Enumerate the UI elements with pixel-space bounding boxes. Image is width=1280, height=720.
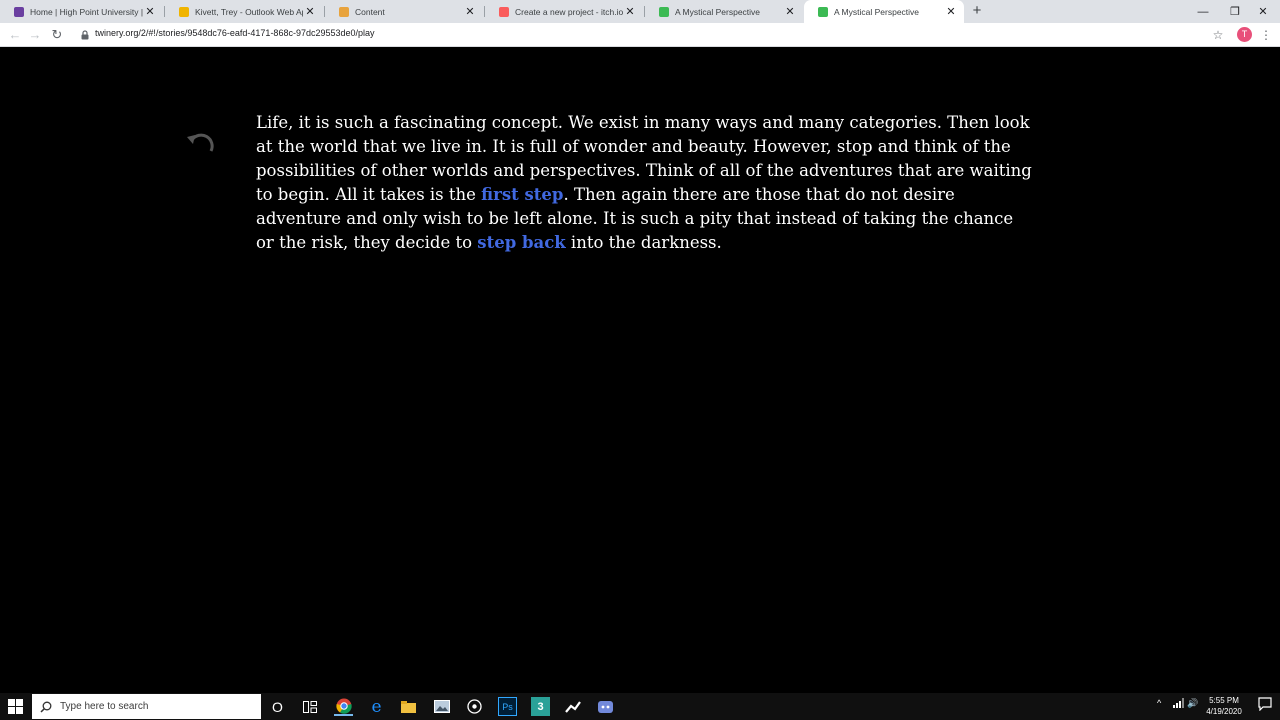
close-tab-icon[interactable]: ✕ xyxy=(623,5,637,18)
file-explorer-icon[interactable] xyxy=(399,697,418,716)
bookmark-star-icon[interactable]: ☆ xyxy=(1210,26,1226,44)
hpu-icon xyxy=(14,6,24,17)
windows-start-icon[interactable] xyxy=(8,699,23,714)
reload-button[interactable]: ↻ xyxy=(48,26,66,44)
back-button[interactable]: ← xyxy=(6,26,24,44)
new-tab-button[interactable]: + xyxy=(968,2,986,20)
minimize-button[interactable]: — xyxy=(1186,0,1220,23)
network-icon[interactable] xyxy=(1173,698,1184,710)
photoshop-icon[interactable]: Ps xyxy=(498,697,517,716)
game-icon[interactable] xyxy=(465,697,484,716)
tab-title: A Mystical Perspective xyxy=(675,6,761,17)
close-tab-icon[interactable]: ✕ xyxy=(143,5,157,18)
close-tab-icon[interactable]: ✕ xyxy=(944,5,958,18)
task-view-icon[interactable] xyxy=(300,697,319,716)
browser-toolbar: ← → ↻ twinery.org/2/#!/stories/9548dc76-… xyxy=(0,23,1280,47)
close-tab-icon[interactable]: ✕ xyxy=(783,5,797,18)
browser-menu-icon[interactable]: ⋮ xyxy=(1260,26,1272,44)
tab-hpu[interactable]: Home | High Point University | Hi ✕ xyxy=(0,0,163,23)
twine-icon xyxy=(659,6,669,17)
tab-mystical-1[interactable]: A Mystical Perspective ✕ xyxy=(645,0,803,23)
tab-title: Kivett, Trey - Outlook Web App xyxy=(195,6,303,17)
search-placeholder: Type here to search xyxy=(60,701,149,712)
tray-chevron-icon[interactable]: ^ xyxy=(1157,698,1161,708)
tab-itch[interactable]: Create a new project - itch.io ✕ xyxy=(485,0,643,23)
twine-icon xyxy=(818,6,828,17)
link-step-back[interactable]: step back xyxy=(477,233,565,252)
undo-icon[interactable] xyxy=(184,131,216,155)
outlook-icon xyxy=(179,6,189,17)
notifications-icon[interactable] xyxy=(1258,697,1272,713)
close-tab-icon[interactable]: ✕ xyxy=(463,5,477,18)
app3-icon[interactable]: 3 xyxy=(531,697,550,716)
itch-icon xyxy=(499,6,509,17)
search-icon xyxy=(40,701,52,713)
edge-icon[interactable]: e xyxy=(367,697,386,717)
clock-date: 4/19/2020 xyxy=(1206,707,1242,716)
system-clock[interactable]: 5:55 PM 4/19/2020 xyxy=(1196,695,1252,717)
tab-title: Content xyxy=(355,6,385,17)
cortana-icon[interactable]: O xyxy=(268,697,287,716)
tab-title: Home | High Point University | Hi xyxy=(30,6,143,17)
discord-icon[interactable] xyxy=(596,697,615,716)
passage-text: into the darkness. xyxy=(565,233,722,252)
content-icon xyxy=(339,6,349,17)
tab-content[interactable]: Content ✕ xyxy=(325,0,483,23)
tab-strip: Home | High Point University | Hi ✕ Kive… xyxy=(0,0,1280,23)
close-tab-icon[interactable]: ✕ xyxy=(303,5,317,18)
tab-mystical-active[interactable]: A Mystical Perspective ✕ xyxy=(804,0,964,23)
story-page: Life, it is such a fascinating concept. … xyxy=(0,47,1280,693)
steam-icon[interactable] xyxy=(563,697,582,716)
address-bar[interactable]: twinery.org/2/#!/stories/9548dc76-eafd-4… xyxy=(95,28,375,38)
photos-icon[interactable] xyxy=(432,697,451,716)
lock-icon[interactable] xyxy=(80,30,90,40)
chrome-icon[interactable] xyxy=(334,697,353,716)
link-first-step[interactable]: first step xyxy=(481,185,563,204)
taskbar-search-input[interactable]: Type here to search xyxy=(32,694,261,719)
taskbar: Type here to search O e Ps 3 ^ 🔊 5:55 PM… xyxy=(0,693,1280,720)
clock-time: 5:55 PM xyxy=(1209,696,1239,705)
profile-avatar[interactable]: T xyxy=(1237,27,1252,42)
tab-outlook[interactable]: Kivett, Trey - Outlook Web App ✕ xyxy=(165,0,323,23)
forward-button[interactable]: → xyxy=(26,26,44,44)
tab-title: Create a new project - itch.io xyxy=(515,6,623,17)
story-passage: Life, it is such a fascinating concept. … xyxy=(256,111,1036,255)
close-window-button[interactable]: ✕ xyxy=(1246,0,1280,23)
tab-title: A Mystical Perspective xyxy=(834,6,920,17)
